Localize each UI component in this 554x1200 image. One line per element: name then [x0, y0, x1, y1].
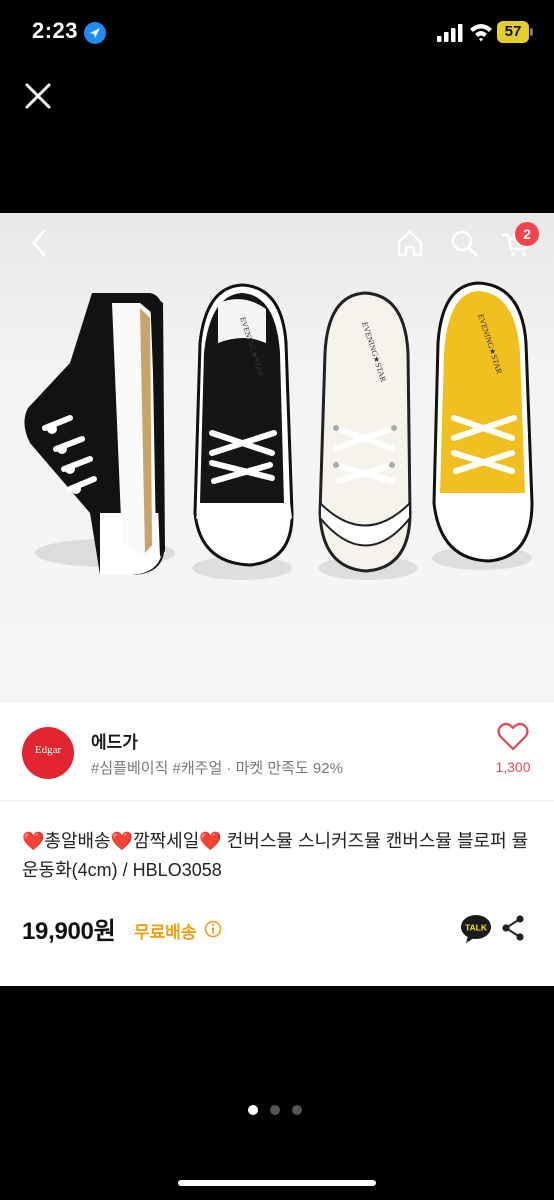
shop-name[interactable]: 에드가	[91, 728, 138, 753]
search-button[interactable]	[446, 225, 482, 261]
signal-bars-icon	[437, 24, 463, 42]
wifi-icon	[469, 22, 493, 42]
home-icon	[397, 230, 423, 257]
location-arrow-icon	[84, 22, 106, 44]
back-button[interactable]	[22, 225, 58, 261]
page-dot-3[interactable]	[292, 1105, 302, 1115]
search-icon	[451, 230, 478, 257]
page-dot-2[interactable]	[270, 1105, 280, 1115]
shoe-yellow-mule: EVENING★STAR	[432, 281, 534, 570]
close-icon	[25, 83, 51, 109]
home-indicator[interactable]	[178, 1180, 376, 1186]
image-page-dots	[248, 1105, 308, 1117]
heart-icon	[497, 722, 529, 751]
shop-info-row[interactable]: Edgar 에드가 #심플베이직 #캐주얼 · 마켓 만족도 92%	[0, 703, 554, 801]
product-title: ❤️총알배송❤️깜짝세일❤️ 컨버스뮬 스니커즈뮬 캔버스뮬 블로퍼 뮬운동화(…	[22, 831, 529, 880]
battery-level: 57	[504, 23, 522, 40]
page-dot-1[interactable]	[248, 1105, 258, 1115]
share-icon	[502, 915, 524, 941]
battery-icon: 57	[497, 21, 533, 43]
info-icon[interactable]	[204, 920, 222, 938]
shoe-black-mule: EVENING★STAR	[192, 283, 294, 580]
shop-tags: #심플베이직 #캐주얼 · 마켓 만족도 92%	[91, 760, 343, 777]
home-button[interactable]	[392, 225, 428, 261]
svg-text:TALK: TALK	[465, 923, 488, 933]
back-chevron-icon	[32, 229, 46, 257]
cart-count-badge: 2	[515, 222, 539, 246]
close-button[interactable]	[18, 76, 58, 116]
kakao-talk-icon: TALK	[461, 915, 491, 943]
status-bar: 2:23 57	[0, 0, 554, 66]
product-price: 19,900원	[22, 918, 116, 945]
shop-logo[interactable]: Edgar	[22, 727, 74, 779]
kakao-talk-share-button[interactable]: TALK	[460, 914, 492, 944]
status-time: 2:23	[32, 18, 79, 43]
product-image[interactable]: EVENING★STAR EVENING★STAR EVENING★STAR 2	[0, 213, 554, 703]
shop-logo-text: Edgar	[34, 744, 62, 756]
free-shipping-label: 무료배송	[134, 923, 197, 942]
shoe-white-mule: EVENING★STAR	[318, 291, 418, 580]
like-count: 1,300	[495, 759, 531, 775]
share-button[interactable]	[500, 914, 526, 942]
product-page-card: EVENING★STAR EVENING★STAR EVENING★STAR 2…	[0, 213, 554, 986]
shoe-black-side	[24, 293, 175, 575]
